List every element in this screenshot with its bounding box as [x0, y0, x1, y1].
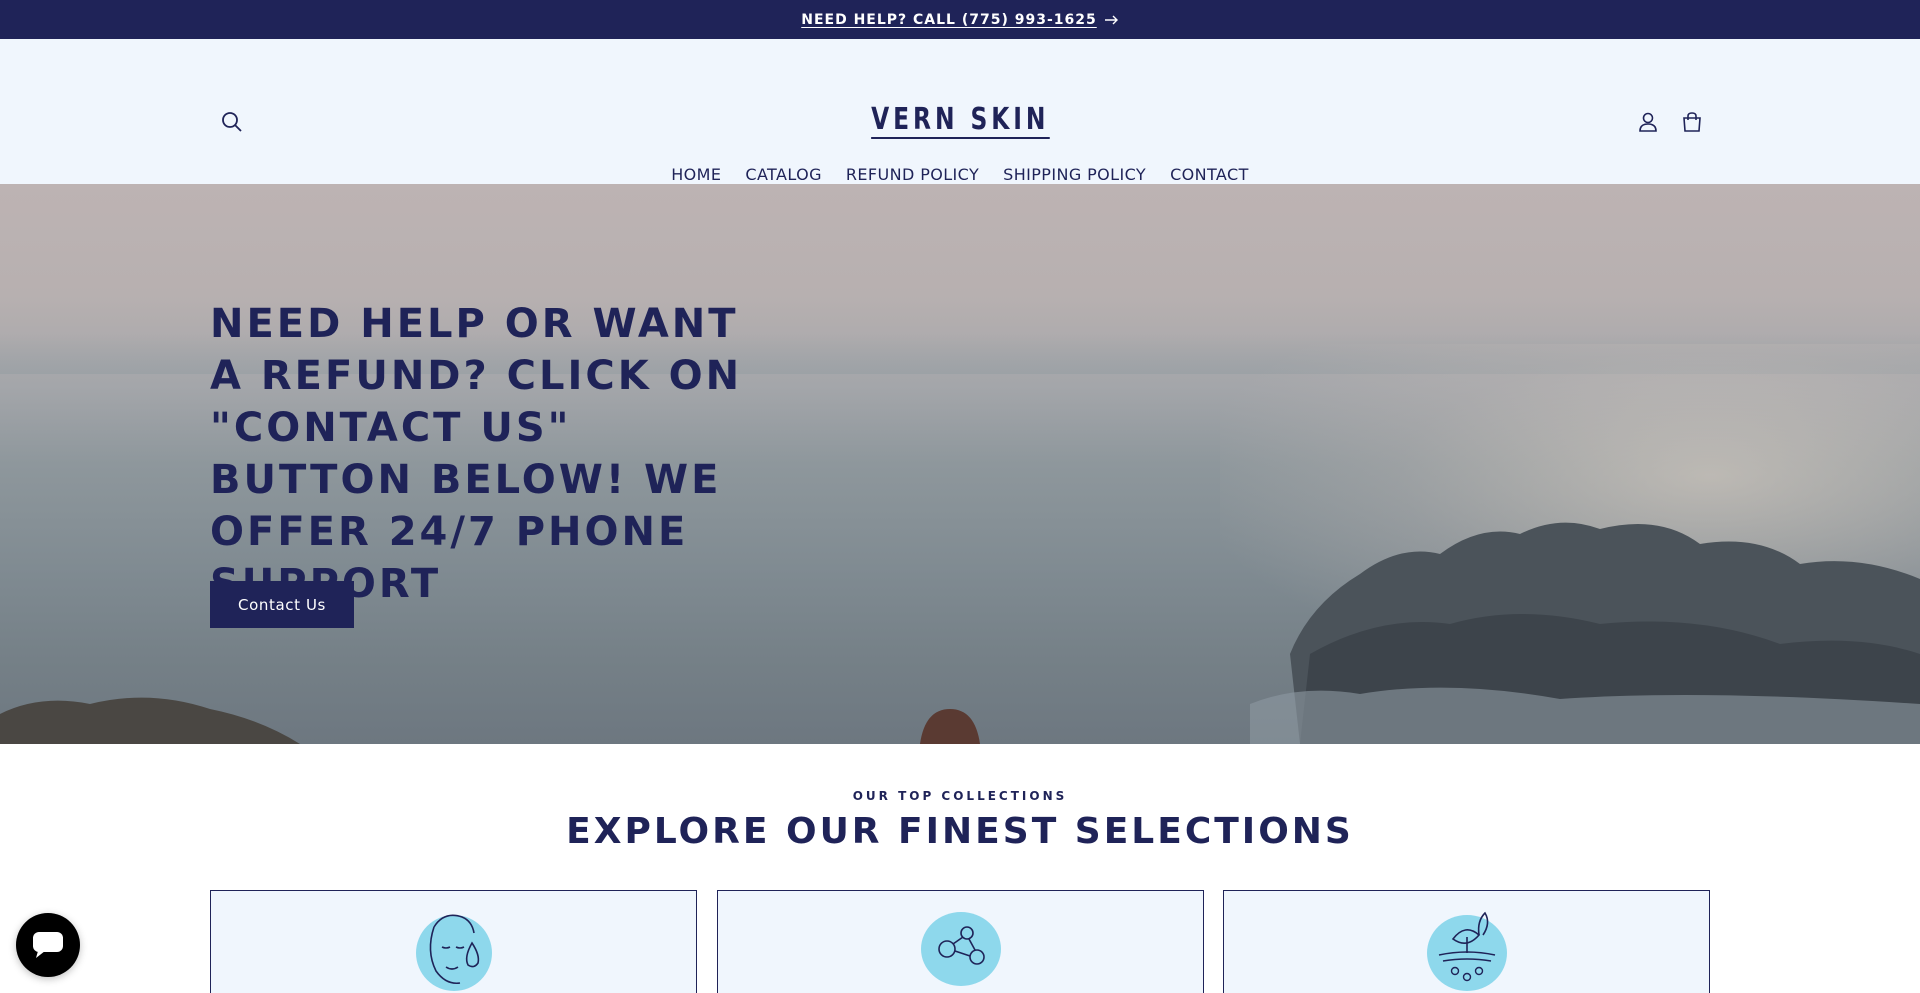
announcement-bar: NEED HELP? CALL (775) 993-1625 [0, 0, 1920, 39]
molecule-icon [920, 912, 1001, 986]
site-header: VERN SKIN HOME CATALOG REFUND POLICY SHI… [0, 39, 1920, 184]
collection-card[interactable] [717, 890, 1204, 993]
account-button[interactable] [1630, 104, 1666, 140]
help-phone-text: NEED HELP? CALL (775) 993-1625 [801, 11, 1097, 28]
user-icon [1639, 112, 1657, 132]
cart-button[interactable] [1674, 104, 1710, 140]
cart-icon [1683, 112, 1701, 132]
hero-banner: NEED HELP OR WANT A REFUND? CLICK ON "CO… [0, 184, 1920, 744]
chat-button[interactable] [16, 913, 80, 977]
nav-item-refund-policy[interactable]: REFUND POLICY [846, 165, 979, 184]
nav-item-home[interactable]: HOME [671, 165, 721, 184]
arrow-right-icon [1104, 11, 1119, 29]
nav-item-catalog[interactable]: CATALOG [745, 165, 822, 184]
collection-card[interactable] [210, 890, 697, 993]
face-droplet-icon [415, 914, 492, 991]
nav-item-contact[interactable]: CONTACT [1170, 165, 1249, 184]
logo-text: VERN SKIN [870, 102, 1050, 139]
help-phone-link[interactable]: NEED HELP? CALL (775) 993-1625 [801, 11, 1119, 29]
chat-bubble-icon [33, 932, 63, 958]
collections-eyebrow: OUR TOP COLLECTIONS [852, 789, 1068, 803]
collection-card[interactable] [1223, 890, 1710, 993]
contact-us-button[interactable]: Contact Us [210, 581, 354, 628]
nav-item-shipping-policy[interactable]: SHIPPING POLICY [1003, 165, 1146, 184]
hero-title: NEED HELP OR WANT A REFUND? CLICK ON "CO… [210, 301, 743, 607]
collections-title: EXPLORE OUR FINEST SELECTIONS [566, 811, 1354, 852]
main-nav: HOME CATALOG REFUND POLICY SHIPPING POLI… [0, 165, 1920, 184]
leaf-soil-icon [1426, 911, 1507, 991]
